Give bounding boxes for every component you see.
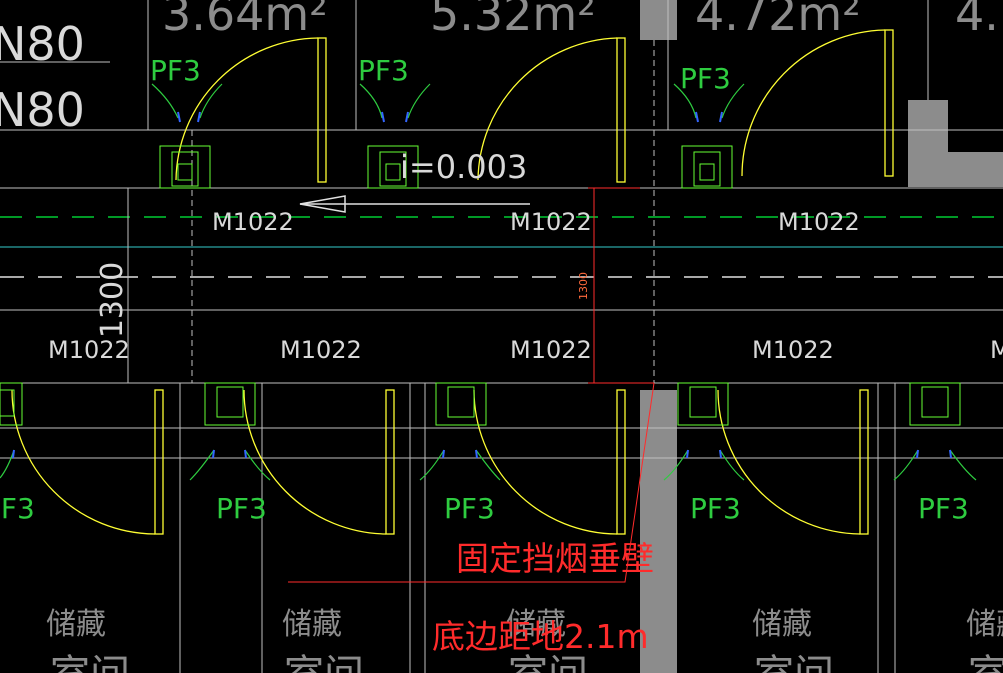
flow-arrow-icon	[893, 449, 919, 481]
fan-label: PF3	[358, 54, 409, 87]
fan-label: PF3	[0, 492, 35, 525]
flow-arrow-icon	[189, 449, 215, 481]
wall-block-right-2	[945, 152, 1003, 187]
door-swing-icon	[616, 37, 626, 183]
annotation-line2: 底边距地2.1m	[432, 617, 649, 656]
door-swing-icon	[859, 389, 869, 535]
room-label: 储藏	[282, 607, 342, 642]
door-label: M1022	[990, 336, 1003, 364]
room-label: 储藏	[752, 607, 812, 642]
wall-block-right	[908, 100, 948, 187]
area-label: 3.64m²	[162, 0, 328, 41]
area-label: 4.	[955, 0, 999, 41]
exhaust-fan-icon	[909, 382, 961, 426]
room-label-partial: 室间	[968, 652, 1003, 673]
cad-drawing: 1300 1300 3.64m² 5.32m² 4.72m² 4. N80 N8…	[0, 0, 1003, 673]
fan-label: PF3	[680, 62, 731, 95]
room-label-partial: 室间	[50, 652, 130, 673]
fan-label: PF3	[150, 54, 201, 87]
room-label-partial: 室间	[754, 652, 834, 673]
room-label: 储藏	[46, 607, 106, 642]
exhaust-fan-icon	[681, 145, 733, 189]
door-label: M1022	[752, 336, 834, 364]
door-label: M1022	[510, 336, 592, 364]
area-label: 4.72m²	[695, 0, 861, 41]
flow-arrow-icon	[407, 83, 431, 119]
door-label: M1022	[212, 208, 294, 236]
slope-label: i=0.003	[400, 148, 527, 186]
door-swing-icon	[616, 389, 626, 535]
door-swing-icon	[317, 37, 327, 183]
fan-label: PF3	[918, 492, 969, 525]
door-label: M1022	[510, 208, 592, 236]
flow-arrow-icon	[359, 83, 383, 119]
door-swing-icon	[884, 29, 894, 177]
door-swing-icon	[385, 389, 395, 535]
dimension-label: 1300	[95, 262, 130, 338]
door-label: M1022	[280, 336, 362, 364]
red-dimension-label: 1300	[577, 272, 590, 300]
flow-arrow-icon	[419, 449, 445, 481]
door-label: M1022	[778, 208, 860, 236]
flow-arrow-icon	[475, 449, 501, 481]
exhaust-fan-icon	[159, 145, 211, 189]
room-label-partial: 室间	[284, 652, 364, 673]
left-label: N80	[0, 83, 85, 137]
fan-label: PF3	[444, 492, 495, 525]
annotation-line1: 固定挡烟垂壁	[456, 539, 654, 578]
slope-arrow-icon	[299, 195, 530, 213]
flow-arrow-icon	[719, 449, 745, 481]
fan-label: PF3	[690, 492, 741, 525]
flow-arrow-icon	[0, 449, 15, 479]
exhaust-fan-icon	[435, 382, 487, 426]
flow-arrow-icon	[199, 83, 223, 119]
door-label: M1022	[48, 336, 130, 364]
column-top	[640, 0, 677, 40]
door-swing-icon	[154, 389, 164, 535]
flow-arrow-icon	[244, 449, 271, 481]
room-label: 储藏	[966, 607, 1003, 642]
left-label: N80	[0, 17, 85, 71]
flow-arrow-icon	[151, 83, 179, 119]
exhaust-fan-icon	[0, 382, 23, 426]
area-label: 5.32m²	[430, 0, 596, 41]
flow-arrows	[0, 83, 977, 481]
fan-label: PF3	[216, 492, 267, 525]
flow-arrow-icon	[949, 449, 977, 481]
